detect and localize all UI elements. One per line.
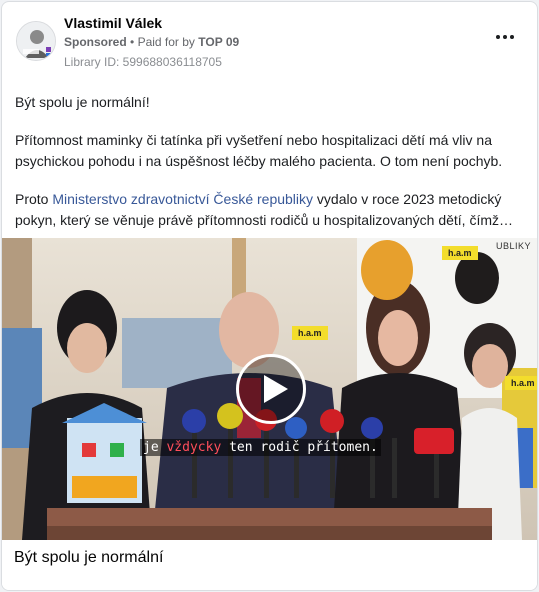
page-name[interactable]: Vlastimil Válek [64,15,162,31]
ministry-link[interactable]: Ministerstvo zdravotnictví [52,191,209,207]
more-options-icon[interactable] [495,28,517,46]
czech-republic-link[interactable]: České republiky [213,191,313,207]
post-paragraph-2: Přítomnost maminky či tatínka při vyšetř… [15,132,503,169]
sponsor-banner-2: h.a.m [292,326,328,340]
ad-card: Vlastimil Válek Sponsored • Paid for by … [1,1,538,591]
video-caption-text: Být spolu je normální [14,549,164,566]
paid-for-by-label: Paid for by [137,35,195,49]
sponsored-label[interactable]: Sponsored [64,35,127,49]
post-text: Být spolu je normální! Přítomnost mamink… [15,92,527,248]
sponsor-banner: h.a.m [442,246,478,260]
page-avatar[interactable] [16,21,56,61]
sponsored-line: Sponsored • Paid for by TOP 09 [64,35,239,49]
sponsor-banner-3: h.a.m [505,376,537,390]
separator-dot: • [130,35,138,49]
payer-name: TOP 09 [198,35,240,49]
background-sign-text: UBLIKY [496,241,532,251]
play-icon[interactable] [236,354,306,424]
avatar-portrait [17,22,55,60]
video-player[interactable]: h.a.m h.a.m h.a.m UBLIKY je vždycky ten … [2,238,537,540]
video-caption: Být spolu je normální [2,540,537,590]
video-subtitle: je vždycky ten rodič přítomen. [140,439,381,456]
post-paragraph-3: Proto Ministerstvo zdravotnictví České r… [15,191,514,228]
post-header: Vlastimil Válek Sponsored • Paid for by … [2,2,537,82]
library-id: Library ID: 599688036118705 [64,55,222,69]
post-paragraph-1: Být spolu je normální! [15,94,150,110]
